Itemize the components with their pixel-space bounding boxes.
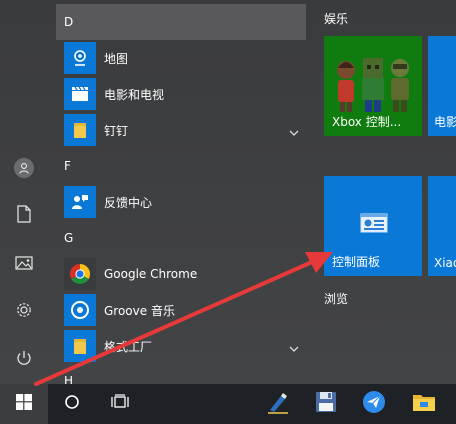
document-icon [17,205,31,227]
start-button[interactable] [0,384,48,424]
chevron-down-icon[interactable] [288,124,300,143]
feedback-icon [64,186,96,218]
tile-xbox[interactable]: Xbox 控制... [324,36,422,136]
chevron-down-icon[interactable] [288,340,300,359]
taskbar-app-explorer[interactable] [402,384,446,424]
app-item-chrome[interactable]: Google Chrome [56,256,306,292]
settings-button[interactable] [0,290,48,334]
file-explorer-icon [412,391,436,417]
account-button[interactable] [0,146,48,190]
xbox-avatars-icon [330,50,416,118]
app-label: 钉钉 [104,123,129,138]
movies-tv-icon [64,78,96,110]
maps-icon [64,42,96,74]
tile-xiaobing-partial[interactable]: Xiao [428,176,456,276]
letter-label: F [64,159,71,173]
app-item-maps[interactable]: 地图 [56,40,306,76]
app-label: Google Chrome [104,267,198,281]
pictures-icon [15,255,33,274]
letter-label: D [64,15,74,29]
cortana-search-button[interactable] [48,384,96,424]
app-item-format-factory[interactable]: 格式工厂 [56,328,306,364]
chrome-icon [64,258,96,290]
power-icon [15,349,33,371]
letter-header-d[interactable]: D [56,4,306,40]
windows-logo-icon [16,394,32,414]
folder-icon [64,330,96,362]
app-item-groove[interactable]: Groove 音乐 [56,292,306,328]
tile-movies-partial[interactable]: 电影 [428,36,456,136]
app-item-movies-tv[interactable]: 电影和电视 [56,76,306,112]
taskbar [0,384,456,424]
user-icon [14,158,34,178]
tile-control-panel[interactable]: 控制面板 [324,176,422,276]
letter-label: G [64,231,74,245]
control-panel-icon [360,212,388,238]
app-label: Groove 音乐 [104,303,175,318]
power-button[interactable] [0,338,48,382]
app-item-feedback[interactable]: 反馈中心 [56,184,306,220]
app-label: 反馈中心 [104,195,153,210]
cortana-search-icon [64,394,80,414]
tile-label: 控制面板 [332,255,381,269]
pen-app-icon [266,390,290,418]
letter-header-f[interactable]: F [56,148,306,184]
task-view-button[interactable] [96,384,144,424]
start-menu-rail [0,0,48,384]
group-label-entertainment: 娱乐 [324,12,349,26]
groove-icon [64,294,96,326]
group-label-browse: 浏览 [324,292,349,306]
pictures-button[interactable] [0,242,48,286]
settings-gear-icon [15,301,33,323]
documents-button[interactable] [0,194,48,238]
app-item-dingding[interactable]: 钉钉 [56,112,306,148]
floppy-save-icon [315,391,337,417]
tile-label: Xbox 控制... [332,115,402,129]
taskbar-app-pen[interactable] [256,384,300,424]
app-label: 地图 [104,51,129,66]
paper-plane-icon [362,390,386,418]
app-list: D 地图 电影和电视 钉钉 F 反馈中心 G Google Chrome Gro… [56,0,306,388]
letter-header-h[interactable]: H [56,364,306,388]
tile-label: Xiao [434,256,456,270]
folder-icon [64,114,96,146]
taskbar-app-plane[interactable] [352,384,396,424]
task-view-icon [111,394,129,414]
tile-label: 电影 [434,115,456,129]
letter-header-g[interactable]: G [56,220,306,256]
app-label: 电影和电视 [104,87,165,102]
taskbar-app-save[interactable] [304,384,348,424]
app-label: 格式工厂 [104,339,153,354]
